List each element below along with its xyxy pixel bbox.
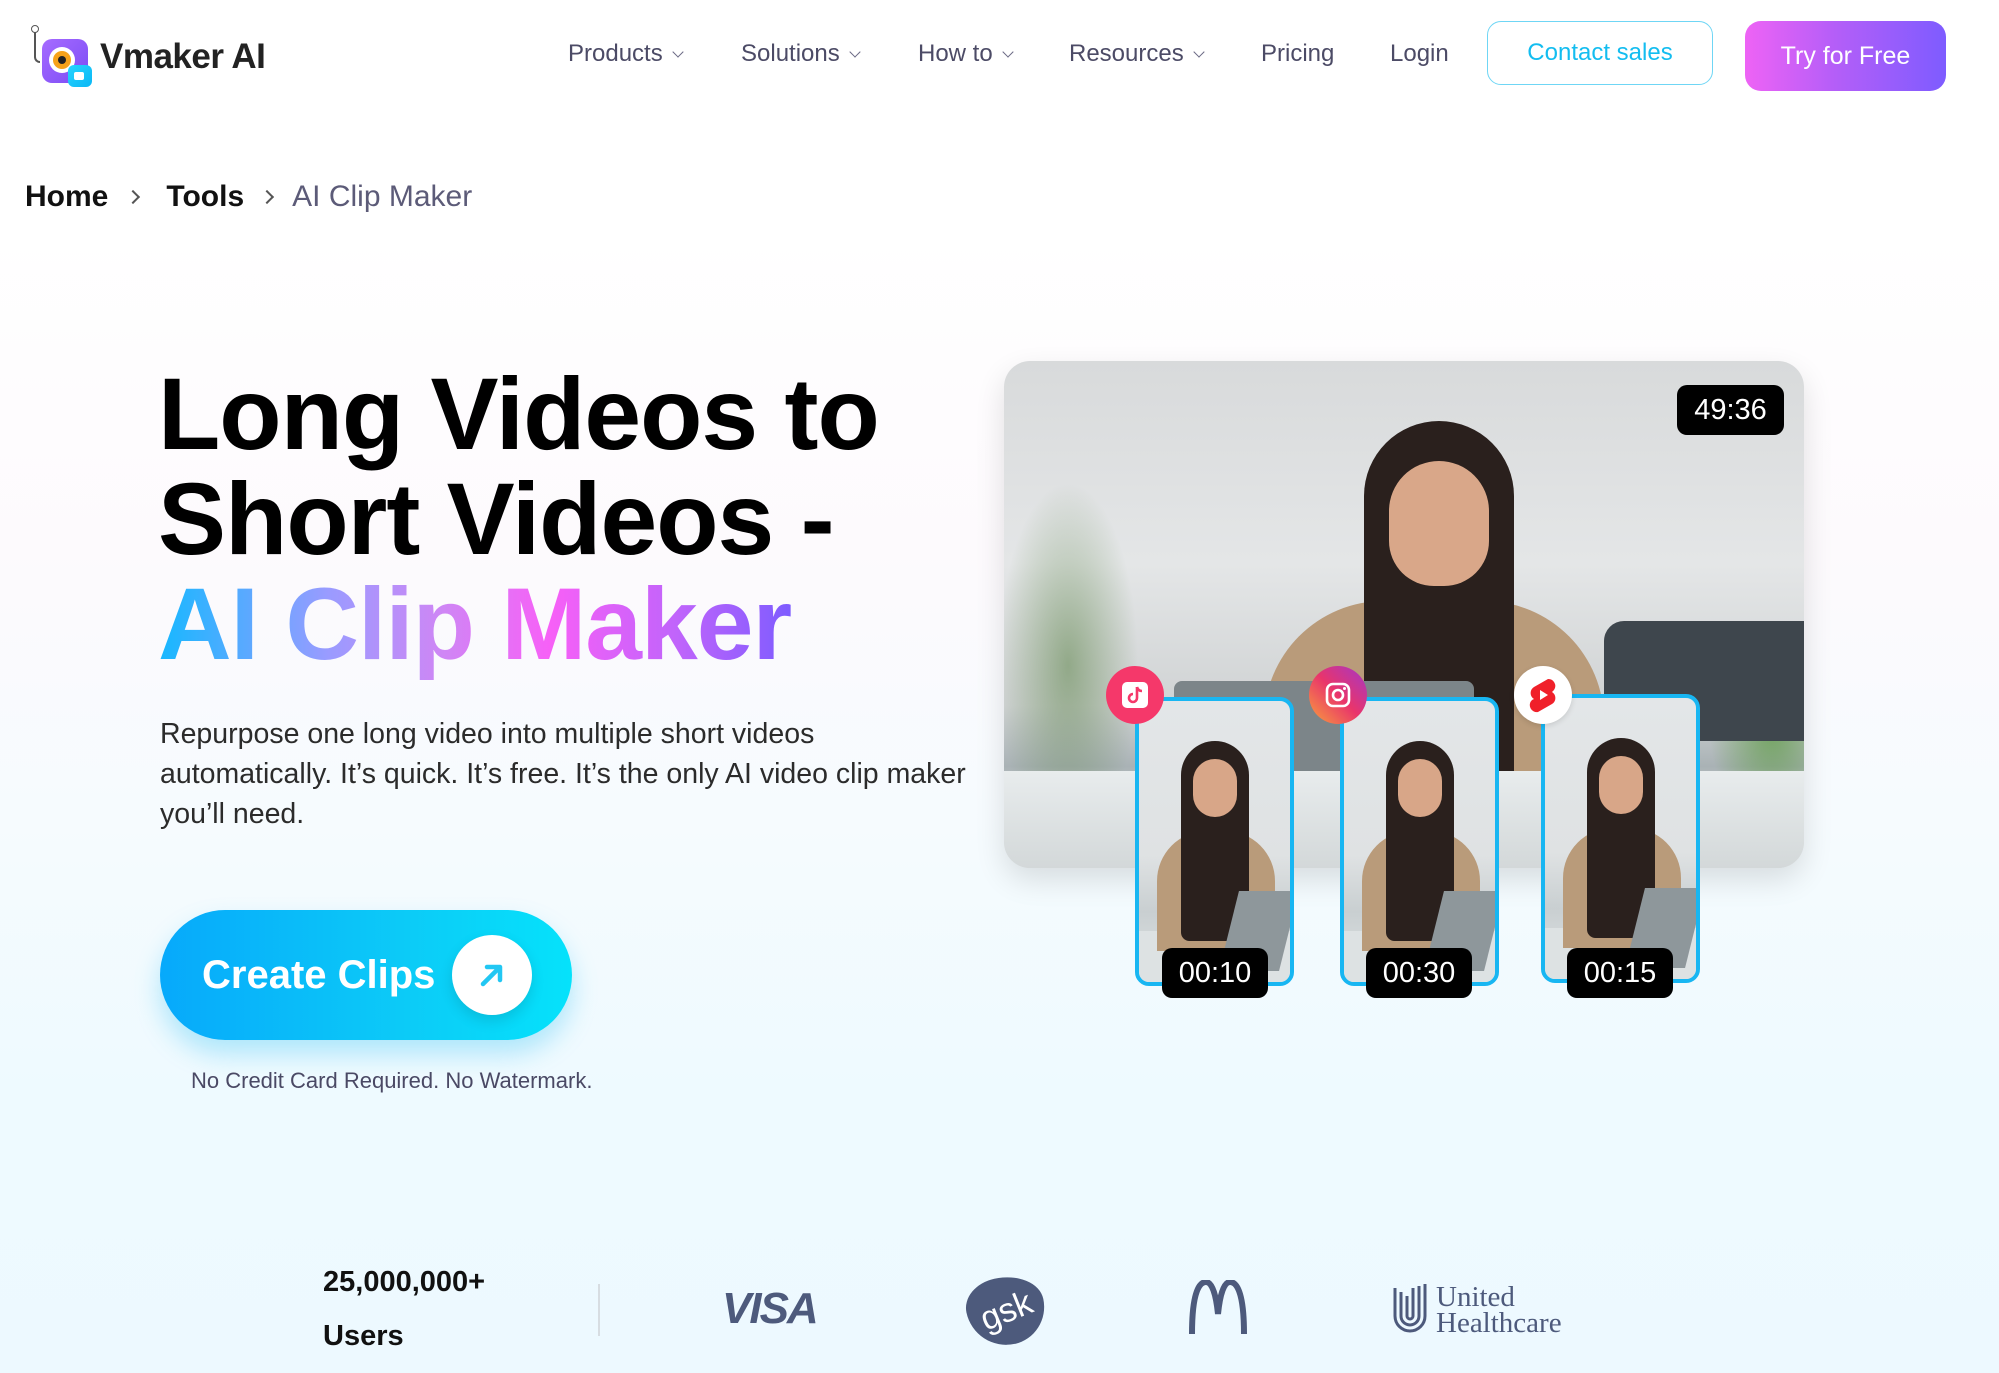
chevron-right-icon bbox=[126, 189, 141, 205]
nav-how-to[interactable]: How to bbox=[918, 32, 1014, 76]
breadcrumb: Home Tools AI Clip Maker bbox=[25, 176, 472, 218]
video-duration-badge: 49:36 bbox=[1677, 385, 1784, 435]
nav-pricing[interactable]: Pricing bbox=[1261, 32, 1334, 76]
headline-highlight: AI Clip Maker bbox=[158, 567, 792, 681]
nav-products-label: Products bbox=[568, 40, 663, 67]
chevron-down-icon bbox=[849, 45, 861, 58]
nav-solutions[interactable]: Solutions bbox=[741, 32, 861, 76]
clip-duration-badge: 00:10 bbox=[1162, 948, 1268, 998]
nav-resources[interactable]: Resources bbox=[1069, 32, 1205, 76]
instagram-icon bbox=[1309, 666, 1367, 724]
contact-sales-button[interactable]: Contact sales bbox=[1487, 21, 1713, 85]
chevron-down-icon bbox=[1193, 45, 1205, 58]
chevron-right-icon bbox=[260, 189, 275, 205]
stats-divider bbox=[598, 1284, 600, 1336]
breadcrumb-current: AI Clip Maker bbox=[292, 180, 473, 213]
mcdonalds-logo bbox=[1188, 1278, 1248, 1341]
nav-how-to-label: How to bbox=[918, 40, 993, 67]
chevron-down-icon bbox=[1002, 45, 1014, 58]
arrow-up-right-icon bbox=[452, 935, 532, 1015]
no-credit-card-note: No Credit Card Required. No Watermark. bbox=[191, 1068, 593, 1093]
nav-pricing-label: Pricing bbox=[1261, 40, 1335, 67]
uhc-line-2: Healthcare bbox=[1436, 1307, 1562, 1339]
united-healthcare-mark-icon bbox=[1393, 1284, 1427, 1333]
try-for-free-button[interactable]: Try for Free bbox=[1745, 21, 1946, 91]
breadcrumb-tools[interactable]: Tools bbox=[166, 180, 244, 214]
tiktok-icon bbox=[1106, 666, 1164, 724]
gsk-logo-text: gsk bbox=[974, 1283, 1038, 1339]
clip-duration-badge: 00:30 bbox=[1366, 948, 1472, 998]
headline-line-1: Long Videos to bbox=[158, 357, 880, 471]
youtube-shorts-icon bbox=[1514, 666, 1572, 724]
united-healthcare-logo: United Healthcare bbox=[1392, 1282, 1562, 1338]
create-clips-label: Create Clips bbox=[202, 952, 436, 997]
nav-login[interactable]: Login bbox=[1390, 32, 1449, 76]
clip-card-youtube-shorts[interactable] bbox=[1541, 694, 1700, 983]
hero-description: Repurpose one long video into multiple s… bbox=[160, 718, 966, 830]
nav-solutions-label: Solutions bbox=[741, 40, 840, 67]
headline-line-2: Short Videos - bbox=[158, 462, 835, 576]
nav-resources-label: Resources bbox=[1069, 40, 1184, 67]
create-clips-button[interactable]: Create Clips bbox=[160, 910, 572, 1040]
users-count: 25,000,000+ bbox=[323, 1266, 486, 1298]
breadcrumb-home[interactable]: Home bbox=[25, 180, 108, 214]
users-label: Users bbox=[323, 1320, 404, 1352]
nav-login-label: Login bbox=[1390, 40, 1449, 67]
nav-products[interactable]: Products bbox=[568, 32, 684, 76]
visa-logo: VISA bbox=[722, 1284, 819, 1333]
chevron-down-icon bbox=[672, 45, 684, 58]
clip-duration-badge: 00:15 bbox=[1567, 948, 1673, 998]
gsk-logo: gsk bbox=[960, 1269, 1052, 1353]
video-scene-face bbox=[1389, 461, 1489, 586]
clip-card-instagram[interactable] bbox=[1340, 697, 1499, 986]
hero-headline: Long Videos to Short Videos - AI Clip Ma… bbox=[158, 362, 880, 677]
clip-card-tiktok[interactable] bbox=[1135, 697, 1294, 986]
